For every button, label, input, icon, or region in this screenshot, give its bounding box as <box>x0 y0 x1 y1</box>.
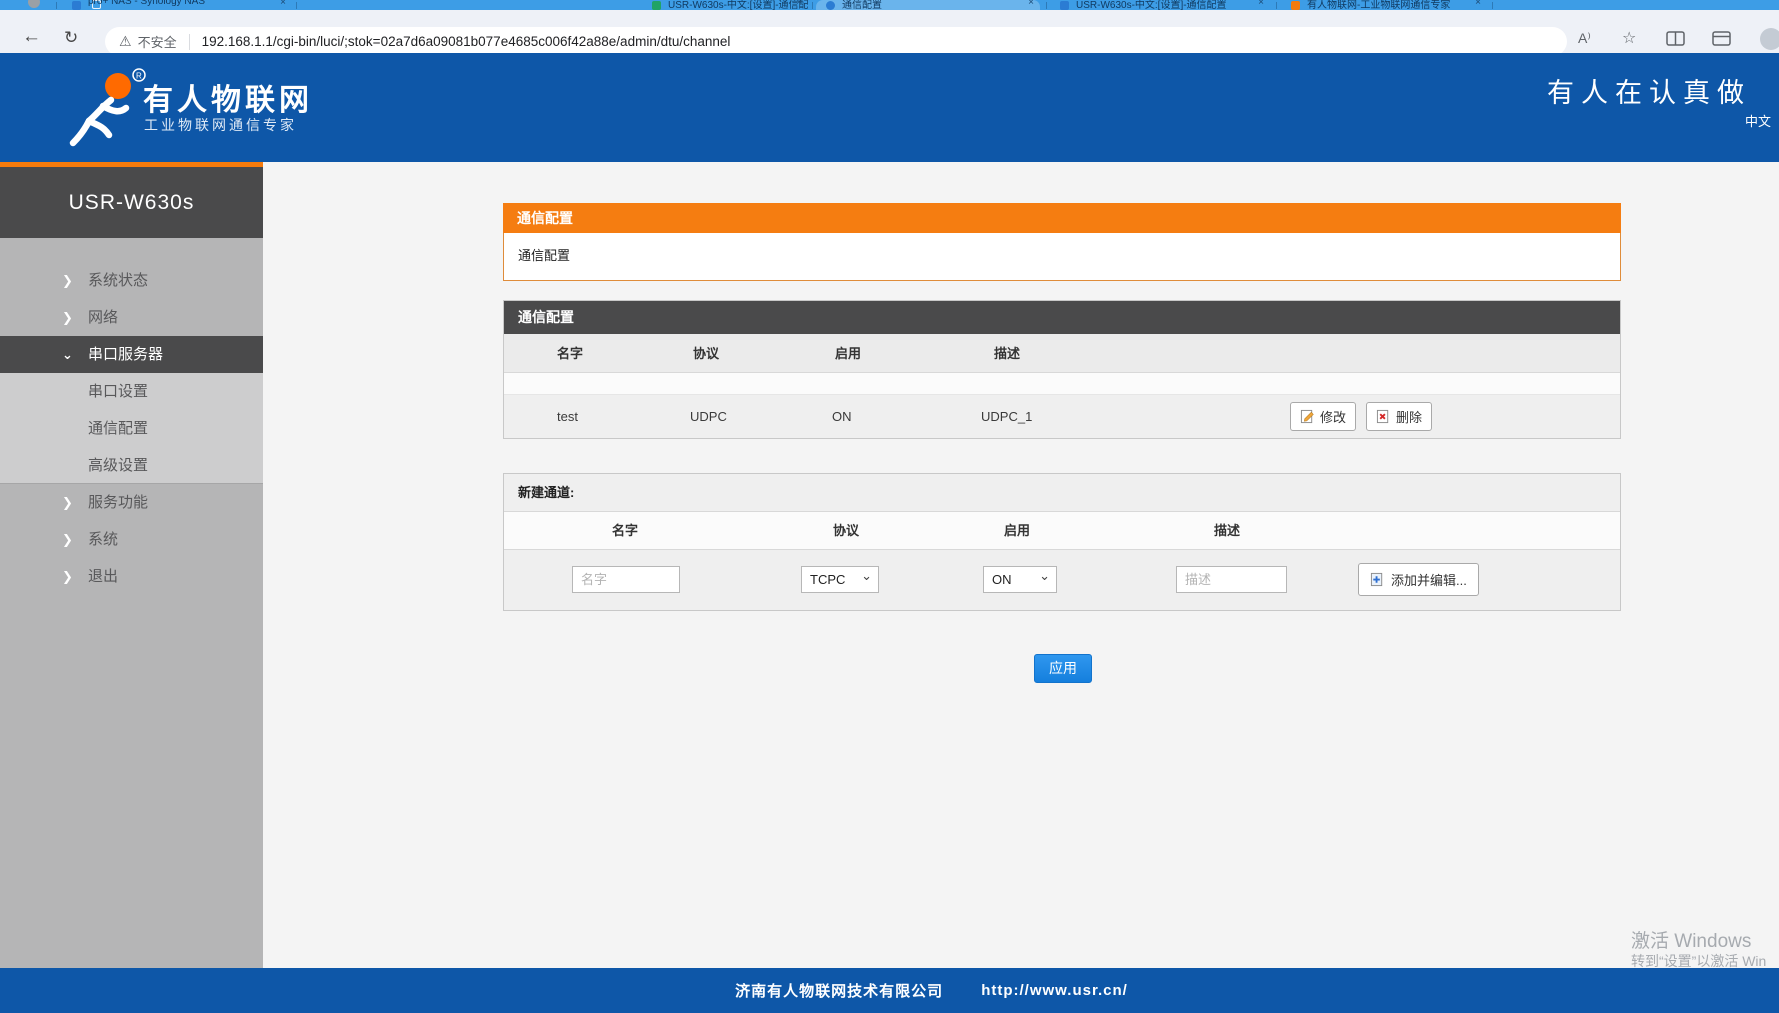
new-channel-section: 新建通道: 名字 协议 启用 描述 TCPC ON <box>503 473 1621 611</box>
back-icon[interactable]: ← <box>22 27 41 47</box>
sidebar-item-system-status[interactable]: ❯ 系统状态 <box>0 262 263 299</box>
device-name: USR-W630s <box>69 191 195 215</box>
col-protocol: 协议 <box>693 334 719 373</box>
cell-enabled: ON <box>832 395 852 438</box>
language-switch[interactable]: 中文 <box>1745 111 1771 130</box>
tab-close-icon[interactable]: × <box>796 0 802 8</box>
browser-tab[interactable]: USR-W630s-中文:[设置]-通信配置 × <box>642 0 808 10</box>
sidebar-item-serial-server[interactable]: ⌄ 串口服务器 <box>0 336 263 373</box>
svg-text:R: R <box>136 72 142 81</box>
col-description: 描述 <box>994 334 1020 373</box>
split-screen-icon[interactable] <box>1666 31 1685 51</box>
page-subtitle-box: 通信配置 <box>503 233 1621 281</box>
new-channel-column-headers: 名字 协议 启用 描述 <box>504 512 1620 550</box>
col-protocol: 协议 <box>833 512 859 550</box>
not-secure-warning-icon: ⚠ <box>119 33 132 50</box>
edit-icon <box>1300 409 1315 424</box>
page-footer: 济南有人物联网技术有限公司 http://www.usr.cn/ <box>0 968 1779 1013</box>
tab-favicon <box>826 1 835 10</box>
delete-icon <box>1376 409 1391 424</box>
enable-select[interactable]: ON <box>983 566 1057 593</box>
windows-activation-watermark: 激活 Windows <box>1631 926 1751 953</box>
browser-tab-active[interactable]: 通信配置 × <box>816 0 1040 10</box>
protocol-select[interactable]: TCPC <box>801 566 879 593</box>
delete-button[interactable]: 删除 <box>1366 402 1432 431</box>
footer-website-link[interactable]: http://www.usr.cn/ <box>981 982 1128 999</box>
table-header: 通信配置 <box>504 301 1620 334</box>
favorites-bar-icon[interactable] <box>1712 31 1731 51</box>
col-enabled: 启用 <box>1004 512 1030 550</box>
chevron-right-icon: ❯ <box>62 484 73 521</box>
table-empty-row <box>504 373 1620 395</box>
col-description: 描述 <box>1214 512 1240 550</box>
chevron-right-icon: ❯ <box>62 299 73 336</box>
brand-subtitle: 工业物联网通信专家 <box>144 115 297 135</box>
col-enabled: 启用 <box>835 334 861 373</box>
chevron-right-icon: ❯ <box>62 262 73 299</box>
brand-name: 有人物联网 <box>143 75 313 119</box>
enable-select-wrap: ON <box>983 566 1057 593</box>
chevron-right-icon: ❯ <box>62 521 73 558</box>
profile-avatar-icon[interactable] <box>28 0 40 8</box>
table-row: test UDPC ON UDPC_1 修改 删除 <box>504 395 1620 438</box>
edit-button[interactable]: 修改 <box>1290 402 1356 431</box>
table-column-headers: 名字 协议 启用 描述 <box>504 334 1620 373</box>
security-label[interactable]: 不安全 <box>138 32 177 51</box>
page-title: 通信配置 <box>503 203 1621 233</box>
name-input[interactable] <box>572 566 680 593</box>
read-aloud-icon[interactable]: A⁾ <box>1578 30 1591 47</box>
url-bar[interactable]: ⚠ 不安全 192.168.1.1/cgi-bin/luci/;stok=02a… <box>105 27 1567 56</box>
new-channel-label: 新建通道: <box>504 474 1620 512</box>
sidebar-item-serial-settings[interactable]: 串口设置 <box>0 373 263 410</box>
sidebar-item-comm-config[interactable]: 通信配置 <box>0 410 263 447</box>
tab-favicon <box>72 1 81 10</box>
cell-protocol: UDPC <box>690 395 727 438</box>
sidebar-item-system[interactable]: ❯ 系统 <box>0 521 263 558</box>
url-text[interactable]: 192.168.1.1/cgi-bin/luci/;stok=02a7d6a09… <box>202 34 731 49</box>
browser-tab[interactable]: 有人物联网-工业物联网通信专家 × <box>1281 0 1487 10</box>
col-name: 名字 <box>612 512 638 550</box>
sidebar-item-network[interactable]: ❯ 网络 <box>0 299 263 336</box>
usr-logo-icon: R <box>58 67 150 153</box>
tab-favicon <box>1060 1 1069 10</box>
add-and-edit-button[interactable]: 添加并编辑... <box>1358 563 1479 596</box>
device-title-block: USR-W630s <box>0 167 263 238</box>
sidebar-item-service-functions[interactable]: ❯ 服务功能 <box>0 484 263 521</box>
cell-description: UDPC_1 <box>981 395 1032 438</box>
sidebar-menu: ❯ 系统状态 ❯ 网络 ⌄ 串口服务器 串口设置 通信配置 高级设置 ❯ <box>0 238 263 595</box>
tab-favicon <box>1291 1 1300 10</box>
footer-company: 济南有人物联网技术有限公司 <box>735 980 943 1001</box>
favorite-star-icon[interactable]: ☆ <box>1622 28 1636 48</box>
browser-tab[interactable]: pro+ NAS - Synology NAS × <box>62 0 292 10</box>
browser-tab-strip: pro+ NAS - Synology NAS × USR-W630s-中文:[… <box>0 0 1779 10</box>
chevron-down-icon: ⌄ <box>62 336 73 373</box>
browser-extra-icon[interactable] <box>1760 28 1779 50</box>
refresh-icon[interactable]: ↻ <box>64 28 78 48</box>
tab-close-icon[interactable]: × <box>280 0 286 8</box>
sidebar: USR-W630s ❯ 系统状态 ❯ 网络 ⌄ 串口服务器 串口设置 通信配置 … <box>0 167 263 968</box>
sidebar-item-logout[interactable]: ❯ 退出 <box>0 558 263 595</box>
tab-close-icon[interactable]: × <box>1028 0 1034 8</box>
channel-table: 通信配置 名字 协议 启用 描述 test UDPC ON UDPC_1 修改 <box>503 300 1621 439</box>
description-input[interactable] <box>1176 566 1287 593</box>
browser-window: pro+ NAS - Synology NAS × USR-W630s-中文:[… <box>0 0 1779 1013</box>
browser-address-bar: ← ↻ ⚠ 不安全 192.168.1.1/cgi-bin/luci/;stok… <box>0 10 1779 53</box>
new-channel-form-row: TCPC ON 添加并编辑... <box>504 550 1620 610</box>
divider <box>189 34 190 50</box>
protocol-select-wrap: TCPC <box>801 566 879 593</box>
header-slogan: 有人在认真做 <box>1547 71 1751 110</box>
browser-tab[interactable]: USR-W630s-中文:[设置]-通信配置 × <box>1050 0 1270 10</box>
col-name: 名字 <box>557 334 583 373</box>
sidebar-item-advanced-settings[interactable]: 高级设置 <box>0 447 263 484</box>
cell-name: test <box>557 395 578 438</box>
apply-button[interactable]: 应用 <box>1034 654 1092 683</box>
tab-close-icon[interactable]: × <box>1475 0 1481 8</box>
tab-close-icon[interactable]: × <box>1258 0 1264 8</box>
chevron-right-icon: ❯ <box>62 558 73 595</box>
tab-favicon <box>652 1 661 10</box>
add-icon <box>1370 572 1385 587</box>
site-header: R 有人物联网 工业物联网通信专家 有人在认真做 中文 <box>0 53 1779 162</box>
